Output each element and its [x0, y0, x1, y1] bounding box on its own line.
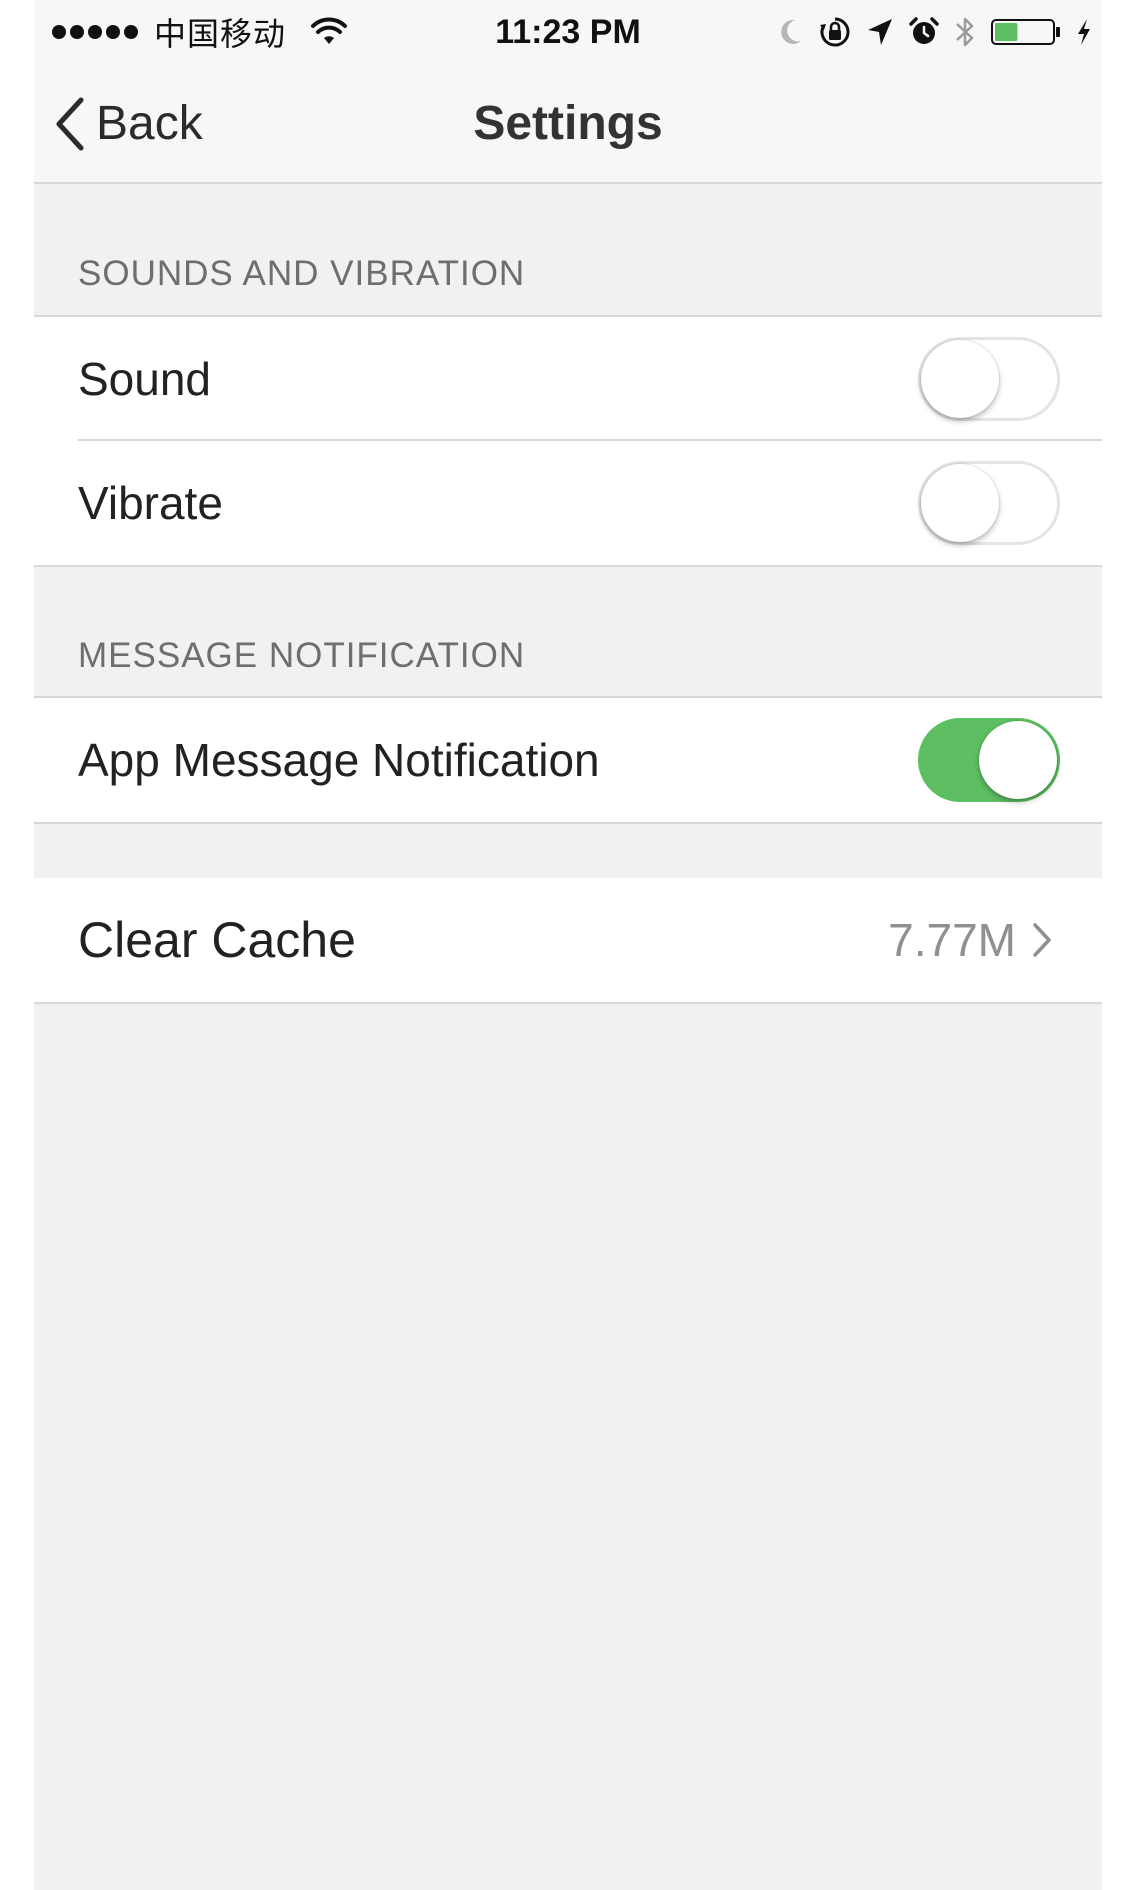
location-arrow-icon — [868, 19, 892, 45]
section-header-notification: MESSAGE NOTIFICATION — [78, 636, 526, 675]
chevron-right-icon — [1033, 923, 1051, 957]
rotation-lock-icon — [820, 17, 850, 47]
sound-label: Sound — [78, 353, 212, 405]
moon-icon — [781, 19, 801, 44]
vibrate-row: Vibrate — [34, 441, 1102, 565]
settings-screen: 中国移动 11:23 PM Back Settings SOUNDS AND V… — [34, 0, 1102, 1890]
navigation-bar: Back Settings — [34, 64, 1102, 184]
clear-cache-label: Clear Cache — [78, 912, 356, 968]
cache-size-value: 7.77M — [888, 914, 1016, 966]
notification-group: App Message Notification — [34, 696, 1102, 824]
vibrate-toggle[interactable] — [918, 461, 1060, 545]
alarm-icon — [909, 17, 939, 44]
clear-cache-row[interactable]: Clear Cache 7.77M — [34, 878, 1102, 1002]
toggle-knob — [921, 340, 999, 418]
storage-group: Clear Cache 7.77M — [34, 878, 1102, 1004]
app-notification-toggle[interactable] — [918, 718, 1060, 802]
vibrate-label: Vibrate — [78, 477, 223, 529]
page-title: Settings — [473, 97, 663, 150]
toggle-knob — [979, 721, 1057, 799]
app-notification-row: App Message Notification — [34, 698, 1102, 822]
charging-bolt-icon — [1078, 19, 1090, 45]
clear-cache-value-group[interactable]: 7.77M — [888, 913, 1052, 967]
battery-icon — [991, 19, 1060, 45]
sounds-group: Sound Vibrate — [34, 315, 1102, 567]
section-header-sounds: SOUNDS AND VIBRATION — [78, 254, 526, 293]
status-right — [778, 10, 1092, 54]
sound-toggle[interactable] — [918, 337, 1060, 421]
app-notification-label: App Message Notification — [78, 734, 600, 786]
bluetooth-icon — [956, 17, 974, 47]
sound-row: Sound — [34, 317, 1102, 441]
status-bar: 中国移动 11:23 PM — [34, 0, 1102, 64]
toggle-knob — [921, 464, 999, 542]
